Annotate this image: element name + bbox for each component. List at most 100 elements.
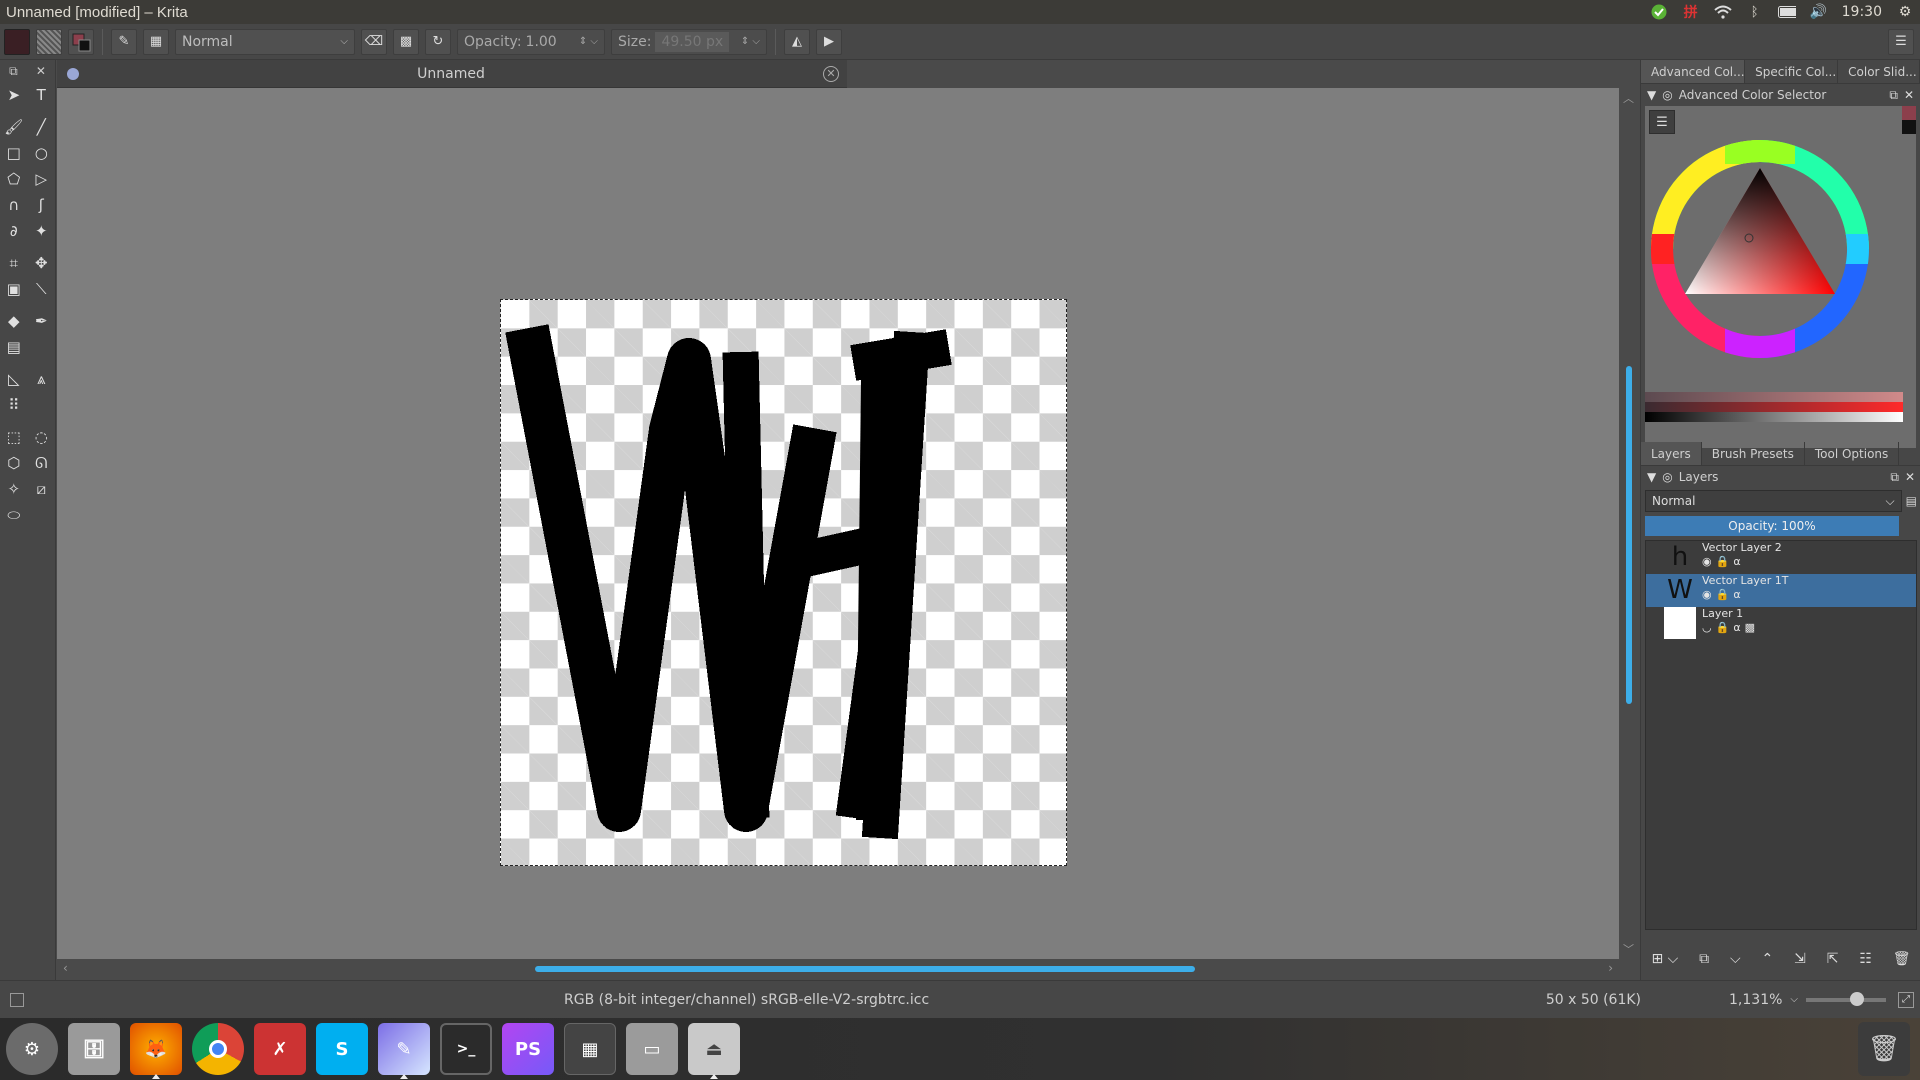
phpstorm-app-icon[interactable]: PS	[502, 1023, 554, 1075]
move-layer-down-icon[interactable]: ⌵	[1730, 951, 1741, 967]
lock-docker-icon[interactable]: ◎	[1662, 470, 1672, 484]
horizontal-scroll-thumb[interactable]	[535, 966, 1195, 972]
foreground-color-swatch[interactable]	[1902, 106, 1916, 120]
pattern-button[interactable]	[36, 28, 62, 55]
canvas-area[interactable]	[57, 88, 1619, 959]
fit-canvas-icon[interactable]: ⤢	[1898, 991, 1914, 1008]
tab-layers[interactable]: Layers	[1641, 442, 1702, 465]
eye-closed-icon[interactable]: ◡	[1702, 620, 1712, 636]
close-icon[interactable]: ✕	[1904, 88, 1914, 102]
brush-editor-icon[interactable]: ▦	[143, 28, 169, 55]
freehand-path-icon[interactable]: ʃ	[30, 194, 52, 216]
tab-specific-color[interactable]: Specific Col...	[1745, 60, 1839, 83]
inherit-alpha-icon[interactable]: ▩	[1745, 620, 1755, 636]
multibrush-icon[interactable]: ✦	[30, 220, 52, 242]
scroll-up-icon[interactable]: ︿	[1623, 90, 1634, 106]
zoom-slider-handle[interactable]	[1850, 991, 1864, 1006]
lock-icon[interactable]: 🔒	[1716, 554, 1730, 570]
document-tab[interactable]: Unnamed ✕	[57, 60, 847, 88]
vertical-scroll-thumb[interactable]	[1626, 366, 1632, 704]
layer-name[interactable]: Vector Layer 1T	[1702, 574, 1788, 587]
collapse-icon[interactable]: ▼	[1647, 88, 1656, 102]
alpha-lock-icon[interactable]: α	[1733, 554, 1740, 570]
polygon-tool-icon[interactable]: ⬠	[3, 168, 25, 190]
rectangle-tool-icon[interactable]: □	[3, 142, 25, 164]
transform-tool-icon[interactable]: ▣	[3, 278, 25, 300]
measure-tool-icon[interactable]: ⟍	[30, 278, 52, 300]
text-tool-icon[interactable]: T	[30, 84, 52, 106]
trash-icon[interactable]: 🗑	[1858, 1022, 1910, 1076]
wifi-icon[interactable]	[1713, 4, 1732, 20]
alpha-lock-icon[interactable]: α	[1733, 620, 1740, 636]
workspace-switcher-icon[interactable]: ▦	[564, 1023, 616, 1075]
krita-app-icon[interactable]: ✎	[378, 1023, 430, 1079]
stepper-icon[interactable]: ⇕ ⌵	[579, 36, 598, 47]
bluetooth-icon[interactable]: ᛒ	[1746, 4, 1764, 20]
lock-icon[interactable]: 🔒	[1716, 620, 1730, 636]
clock[interactable]: 19:30	[1842, 4, 1882, 20]
float-icon[interactable]: ⧉	[1889, 88, 1898, 103]
layer-properties-icon[interactable]: ☷	[1859, 951, 1872, 967]
layer-menu-icon[interactable]: ▤	[1906, 494, 1917, 508]
close-icon[interactable]: ✕	[823, 65, 839, 82]
layer-opacity-slider[interactable]: Opacity: 100%	[1645, 516, 1899, 536]
close-icon[interactable]: ✕	[36, 64, 46, 78]
fg-bg-color-button[interactable]	[68, 28, 94, 55]
perspective-grid-icon[interactable]: ⩓	[30, 368, 52, 390]
chevron-down-icon[interactable]: ⌵	[1790, 994, 1798, 1005]
float-icon[interactable]: ⧉	[1890, 470, 1899, 485]
layer-name[interactable]: Vector Layer 2	[1702, 541, 1782, 554]
drive-app-icon[interactable]: ▭	[626, 1023, 678, 1075]
add-layer-icon[interactable]: ⊞ ⌵	[1651, 951, 1678, 967]
blend-mode-select[interactable]: Normal ⌵	[175, 28, 355, 55]
fill-tool-icon[interactable]: ◆	[3, 310, 25, 332]
layer-item-selected[interactable]: W Vector Layer 1T ◉ 🔒 α	[1646, 574, 1916, 607]
lock-docker-icon[interactable]: ◎	[1662, 88, 1672, 102]
color-menu-icon[interactable]: ☰	[1649, 110, 1675, 134]
volume-icon[interactable]: 🔊	[1810, 4, 1828, 20]
tab-brush-presets[interactable]: Brush Presets	[1702, 442, 1805, 465]
layer-item[interactable]: Layer 1 ◡ 🔒 α ▩	[1646, 607, 1916, 640]
color-picker-icon[interactable]: ✒	[30, 310, 52, 332]
terminal-app-icon[interactable]: >_	[440, 1023, 492, 1075]
advanced-color-selector[interactable]: ☰	[1645, 106, 1916, 448]
scroll-left-icon[interactable]: ‹	[63, 961, 68, 975]
shade-selector-2[interactable]	[1645, 402, 1903, 412]
opacity-field[interactable]: Opacity: 1.00 ⇕ ⌵	[457, 28, 605, 55]
ellipse-tool-icon[interactable]: ○	[30, 142, 52, 164]
battery-icon[interactable]	[1777, 4, 1796, 20]
zoom-slider[interactable]	[1806, 991, 1886, 1006]
layer-item[interactable]: h Vector Layer 2 ◉ 🔒 α	[1646, 541, 1916, 574]
freehand-select-icon[interactable]: ᘏ	[30, 452, 52, 474]
zoom-level[interactable]: 1,131%	[1729, 992, 1782, 1008]
skype-app-icon[interactable]: S	[316, 1023, 368, 1075]
similar-select-icon[interactable]: ⧄	[30, 478, 52, 500]
usb-drive-icon[interactable]: ⏏	[688, 1023, 740, 1079]
ellipse-select-icon[interactable]: ◌	[30, 426, 52, 448]
docker-menu-icon[interactable]: ☰	[1888, 28, 1914, 55]
rect-select-icon[interactable]: ⬚	[3, 426, 25, 448]
magic-wand-icon[interactable]: ✧	[3, 478, 25, 500]
float-icon[interactable]: ⧉	[9, 64, 18, 79]
select-shape-icon[interactable]: ➤	[3, 84, 25, 106]
merge-down-icon[interactable]: ⇲	[1794, 951, 1806, 967]
preserve-alpha-icon[interactable]: ▩	[393, 28, 419, 55]
delete-layer-icon[interactable]: 🗑	[1893, 951, 1911, 967]
close-icon[interactable]: ✕	[1905, 470, 1915, 484]
selection-indicator-icon[interactable]	[10, 992, 24, 1007]
bezier-tool-icon[interactable]: ∩	[3, 194, 25, 216]
gear-icon[interactable]: ⚙	[1896, 4, 1914, 20]
eye-icon[interactable]: ◉	[1702, 587, 1712, 603]
tab-tool-options[interactable]: Tool Options	[1805, 442, 1900, 465]
layer-blend-select[interactable]: Normal ⌵	[1645, 490, 1902, 512]
eye-icon[interactable]: ◉	[1702, 554, 1712, 570]
layer-name[interactable]: Layer 1	[1702, 607, 1755, 620]
alpha-lock-icon[interactable]: α	[1733, 587, 1740, 603]
line-tool-icon[interactable]: ╱	[30, 116, 52, 138]
brush-tool-icon[interactable]: 🖌	[3, 116, 25, 138]
dynamic-brush-icon[interactable]: ∂	[3, 220, 25, 242]
scroll-down-icon[interactable]: ﹀	[1623, 941, 1634, 957]
tab-color-sliders[interactable]: Color Slid...	[1838, 60, 1920, 83]
duplicate-layer-icon[interactable]: ⧉	[1699, 951, 1709, 967]
move-tool-icon[interactable]: ✥	[30, 252, 52, 274]
